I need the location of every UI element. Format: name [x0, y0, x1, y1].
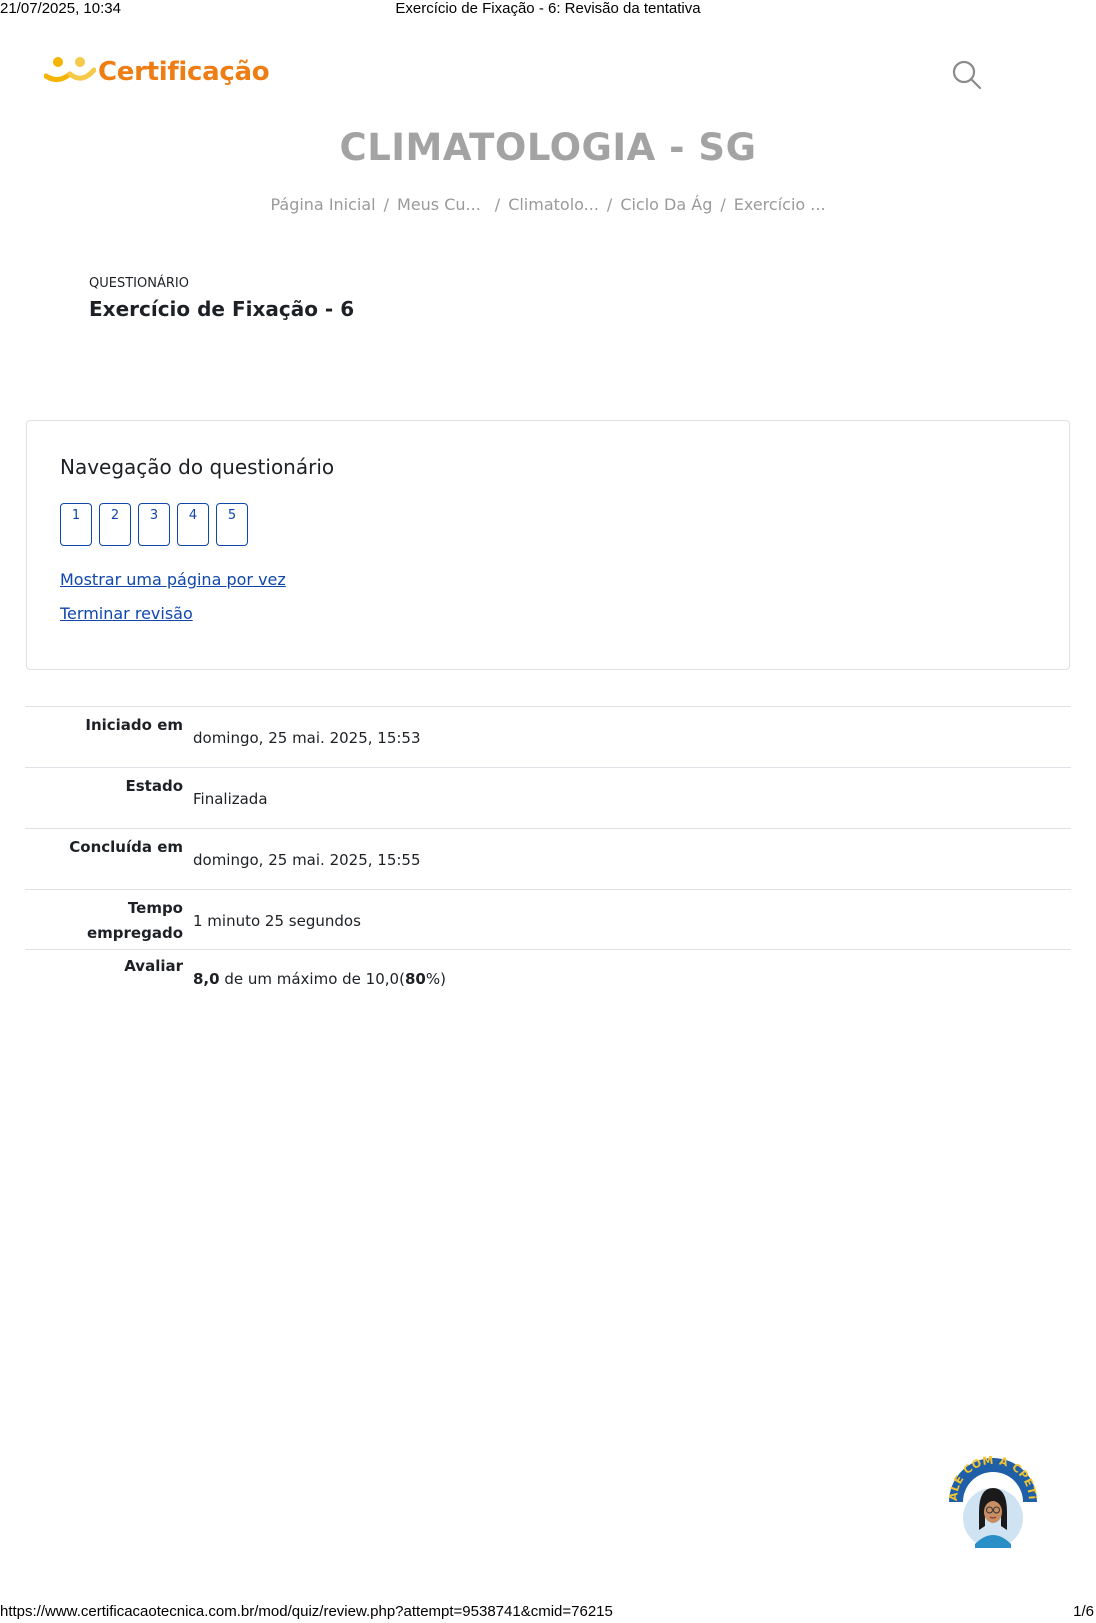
- time-taken-value: 1 minuto 25 segundos: [193, 912, 361, 930]
- completed-label: Concluída em: [69, 838, 183, 856]
- attempt-summary-table: Iniciado em domingo, 25 mai. 2025, 15:53…: [25, 706, 1071, 999]
- breadcrumb-separator: /: [606, 195, 613, 214]
- grade-value: 8,0 de um máximo de 10,0(80%): [193, 970, 446, 988]
- time-taken-label-line-2: empregado: [86, 924, 183, 942]
- print-doc-title: Exercício de Fixação - 6: Revisão da ten…: [395, 0, 701, 17]
- grade-percent-suffix: %): [425, 970, 446, 988]
- table-row: Avaliar 8,0 de um máximo de 10,0(80%): [25, 949, 1071, 999]
- breadcrumb-separator: /: [720, 195, 726, 214]
- breadcrumb-activity[interactable]: Exercício ...: [734, 195, 826, 214]
- question-button-group: 1 2 3 4 5: [60, 503, 248, 546]
- breadcrumb-separator: /: [494, 195, 501, 214]
- breadcrumb-my-courses[interactable]: Meus Cu...: [397, 195, 481, 214]
- chat-assistant-button[interactable]: FALE COM A CPETia: [941, 1436, 1041, 1550]
- print-header: 21/07/2025, 10:34 Exercício de Fixação -…: [0, 0, 1096, 20]
- quiz-navigation-card: Navegação do questionário 1 2 3 4 5 Most…: [26, 420, 1070, 670]
- state-value: Finalizada: [193, 790, 268, 808]
- table-row: Estado Finalizada: [25, 767, 1071, 828]
- question-button-1[interactable]: 1: [60, 503, 92, 546]
- logo-people-icon: [43, 54, 97, 90]
- breadcrumb: Página Inicial / Meus Cu... / Climatolo... / C…: [0, 195, 1096, 214]
- course-title: CLIMATOLOGIA - SG: [339, 126, 757, 169]
- table-row: Iniciado em domingo, 25 mai. 2025, 15:53: [25, 706, 1071, 767]
- time-taken-label-line-1: Tempo: [127, 899, 183, 917]
- breadcrumb-course[interactable]: Climatolo...: [508, 195, 599, 214]
- print-footer: https://www.certificacaotecnica.com.br/m…: [0, 1603, 1096, 1623]
- started-value: domingo, 25 mai. 2025, 15:53: [193, 729, 421, 747]
- show-one-page-link[interactable]: Mostrar uma página por vez: [60, 570, 286, 589]
- page-title: Exercício de Fixação - 6: [89, 297, 355, 321]
- breadcrumb-section[interactable]: Ciclo Da Ág: [620, 195, 712, 214]
- brand-logo[interactable]: Certificação: [43, 52, 270, 92]
- activity-type-label: QUESTIONÁRIO: [89, 276, 189, 291]
- print-url: https://www.certificacaotecnica.com.br/m…: [0, 1603, 613, 1620]
- table-row: Tempo empregado 1 minuto 25 segundos: [25, 889, 1071, 949]
- quiz-navigation-title: Navegação do questionário: [60, 455, 335, 479]
- breadcrumb-home[interactable]: Página Inicial: [270, 195, 375, 214]
- search-icon: [952, 60, 982, 90]
- question-button-2[interactable]: 2: [99, 503, 131, 546]
- state-label: Estado: [125, 777, 183, 795]
- time-taken-label: Tempo empregado: [87, 896, 183, 946]
- question-button-5[interactable]: 5: [216, 503, 248, 546]
- started-label: Iniciado em: [85, 716, 183, 734]
- table-row: Concluída em domingo, 25 mai. 2025, 15:5…: [25, 828, 1071, 889]
- brand-name: Certificação: [98, 57, 270, 87]
- print-page-number: 1/6: [1073, 1603, 1094, 1620]
- question-button-3[interactable]: 3: [138, 503, 170, 546]
- grade-label: Avaliar: [124, 957, 183, 975]
- question-button-4[interactable]: 4: [177, 503, 209, 546]
- completed-value: domingo, 25 mai. 2025, 15:55: [193, 851, 421, 869]
- chat-assistant-avatar-icon: FALE COM A CPETia: [941, 1436, 1039, 1548]
- finish-review-link[interactable]: Terminar revisão: [60, 604, 193, 623]
- grade-max-text: de um máximo de 10,0(: [219, 970, 405, 988]
- search-button[interactable]: [950, 58, 984, 92]
- grade-percent: 80: [404, 970, 426, 988]
- breadcrumb-separator: /: [383, 195, 390, 214]
- grade-score: 8,0: [193, 970, 220, 988]
